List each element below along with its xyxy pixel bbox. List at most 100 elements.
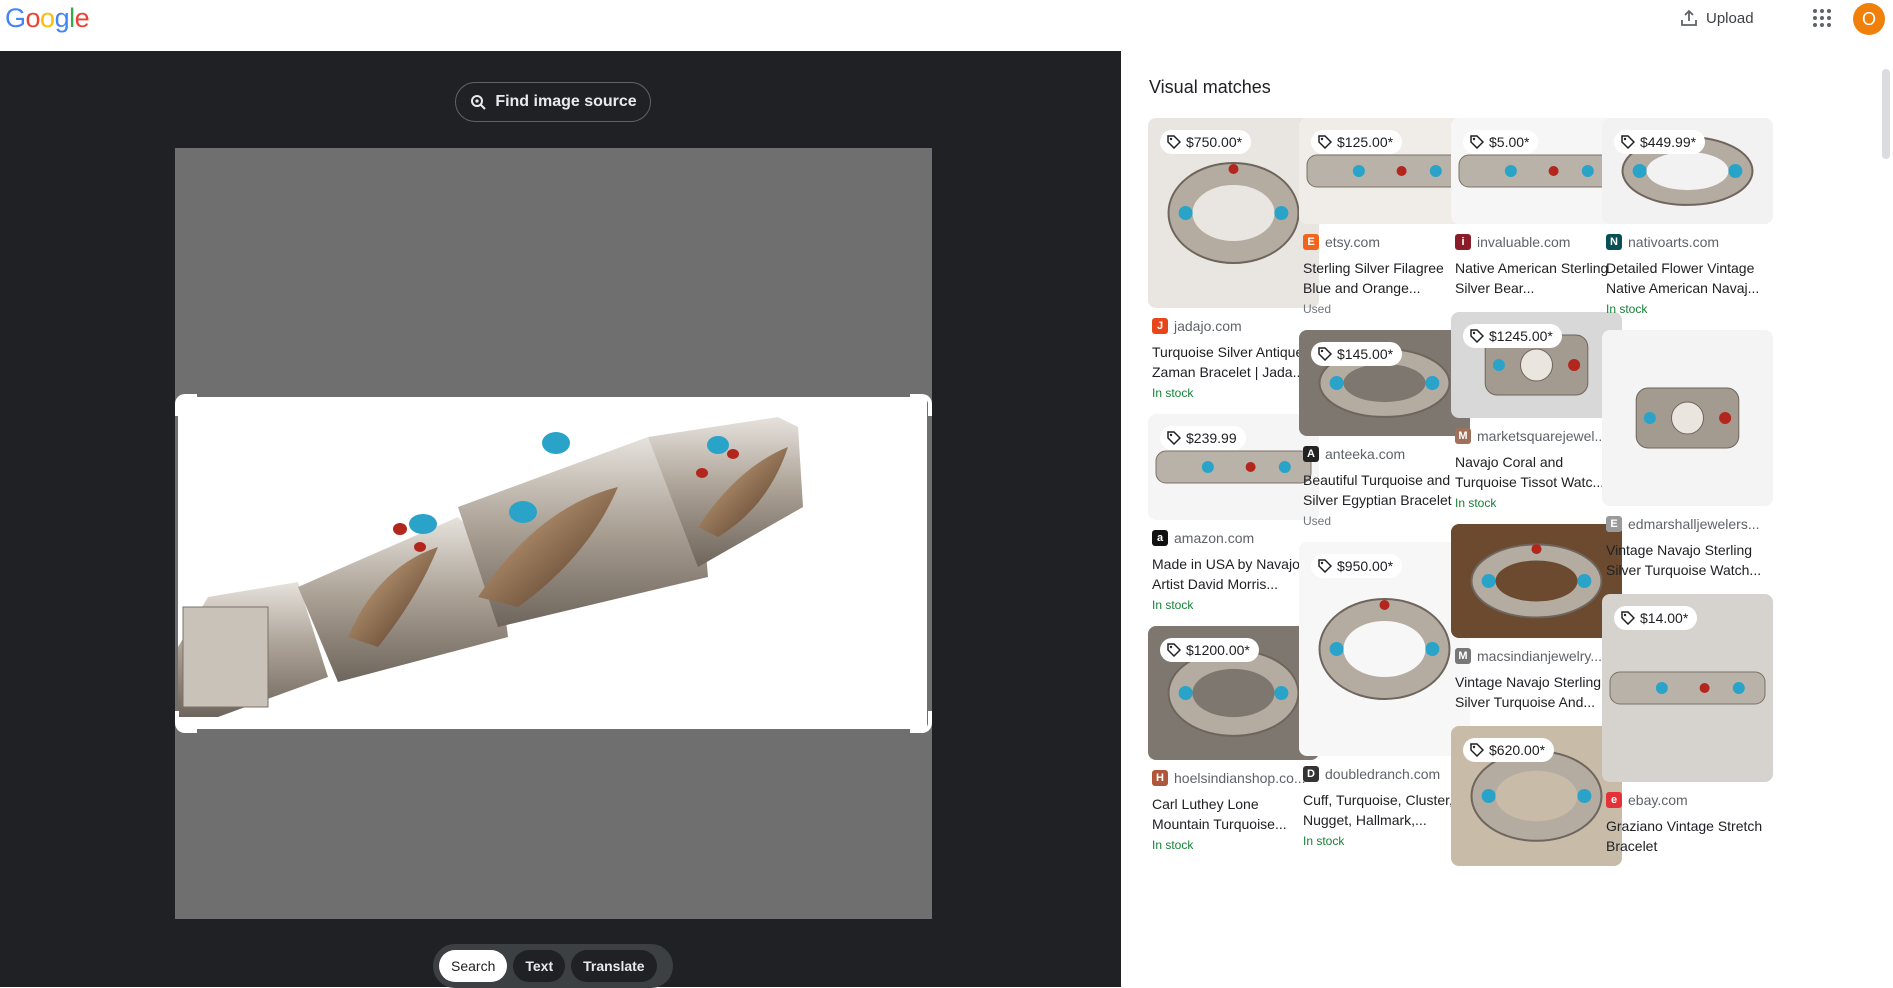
- price-chip: $239.99: [1160, 426, 1246, 450]
- result-card[interactable]: $239.99 a amazon.com Made in USA by Navajo …: [1148, 414, 1319, 612]
- price-tag-icon: [1470, 135, 1484, 149]
- crop-selection[interactable]: [178, 397, 927, 729]
- result-thumbnail[interactable]: $1245.00*: [1451, 312, 1622, 418]
- price-tag-icon: [1167, 135, 1181, 149]
- crop-handle-bottom-right[interactable]: [910, 711, 932, 733]
- logo-letter: G: [5, 3, 26, 33]
- results-column: $5.00* i invaluable.com Native American Ste…: [1451, 118, 1622, 880]
- result-title[interactable]: Detailed Flower Vintage Native American …: [1606, 258, 1769, 298]
- result-source[interactable]: i invaluable.com: [1455, 234, 1618, 250]
- google-logo[interactable]: Google: [5, 3, 90, 34]
- result-source[interactable]: Hhoelsindianshop.co...: [1152, 770, 1315, 786]
- result-source[interactable]: Eetsy.com: [1303, 234, 1466, 250]
- result-thumbnail[interactable]: $5.00*: [1451, 118, 1622, 224]
- result-thumbnail[interactable]: $125.00*: [1299, 118, 1470, 224]
- result-thumbnail[interactable]: [1451, 524, 1622, 638]
- result-title[interactable]: Vintage Navajo Sterling Silver Turquoise…: [1455, 672, 1618, 712]
- result-thumbnail[interactable]: $620.00*: [1451, 726, 1622, 866]
- result-source[interactable]: Eedmarshalljewelers...: [1606, 516, 1769, 532]
- result-source[interactable]: a amazon.com: [1152, 530, 1315, 546]
- price-tag-icon: [1470, 743, 1484, 757]
- price-label: $950.00*: [1337, 558, 1394, 574]
- result-card[interactable]: Eedmarshalljewelers... Vintage Navajo Ste…: [1602, 330, 1773, 580]
- stock-status: In stock: [1455, 496, 1497, 510]
- result-card[interactable]: $145.00* Aanteeka.com Beautiful Turquoise …: [1299, 330, 1470, 528]
- result-card[interactable]: $125.00* Eetsy.com Sterling Silver Filagre…: [1299, 118, 1470, 316]
- price-label: $1245.00*: [1489, 328, 1553, 344]
- result-thumbnail[interactable]: $449.99*: [1602, 118, 1773, 224]
- result-source[interactable]: Aanteeka.com: [1303, 446, 1466, 462]
- result-card[interactable]: $620.00*: [1451, 726, 1622, 866]
- price-chip: $1200.00*: [1160, 638, 1259, 662]
- result-title[interactable]: Carl Luthey Lone Mountain Turquoise...: [1152, 794, 1315, 834]
- result-thumbnail[interactable]: $14.00*: [1602, 594, 1773, 782]
- result-title[interactable]: Beautiful Turquoise and Silver Egyptian …: [1303, 470, 1466, 510]
- price-tag-icon: [1318, 559, 1332, 573]
- result-title[interactable]: Made in USA by Navajo Artist David Morri…: [1152, 554, 1315, 594]
- result-card[interactable]: Mmacsindianjewelry.... Vintage Navajo Ste…: [1451, 524, 1622, 712]
- crop-handle-top-right[interactable]: [910, 394, 932, 416]
- site-favicon-icon: E: [1303, 234, 1319, 250]
- result-card[interactable]: $1245.00* Mmarketsquarejewel... Navajo Cor…: [1451, 312, 1622, 510]
- result-title[interactable]: Native American Sterling Silver Bear...: [1455, 258, 1618, 298]
- result-source[interactable]: Mmacsindianjewelry....: [1455, 648, 1618, 664]
- mode-search-button[interactable]: Search: [439, 950, 508, 982]
- result-thumbnail[interactable]: $750.00*: [1148, 118, 1319, 308]
- result-card[interactable]: $950.00* Ddoubledranch.com Cuff, Turquoise…: [1299, 542, 1470, 848]
- upload-button[interactable]: Upload: [1680, 5, 1754, 31]
- results-panel: Visual matches $750.00* Jjadajo.com Turquo…: [1121, 51, 1893, 987]
- result-title[interactable]: Cuff, Turquoise, Cluster, Nugget, Hallma…: [1303, 790, 1466, 830]
- price-chip: $1245.00*: [1463, 324, 1562, 348]
- lens-mode-bar: Search Text Translate: [433, 944, 673, 988]
- mode-text-button[interactable]: Text: [513, 950, 566, 982]
- result-title[interactable]: Sterling Silver Filagree Blue and Orange…: [1303, 258, 1466, 298]
- result-thumbnail[interactable]: $950.00*: [1299, 542, 1470, 756]
- result-card[interactable]: $750.00* Jjadajo.com Turquoise Silver Anti…: [1148, 118, 1319, 400]
- price-chip: $449.99*: [1614, 130, 1706, 154]
- site-favicon-icon: a: [1152, 530, 1168, 546]
- result-thumbnail[interactable]: $1200.00*: [1148, 626, 1319, 760]
- find-image-source-label: Find image source: [495, 93, 637, 110]
- find-image-source-button[interactable]: Find image source: [455, 82, 651, 122]
- result-thumbnail[interactable]: $145.00*: [1299, 330, 1470, 436]
- result-source[interactable]: Nnativoarts.com: [1606, 234, 1769, 250]
- results-column: $750.00* Jjadajo.com Turquoise Silver Anti…: [1148, 118, 1319, 866]
- result-title[interactable]: Graziano Vintage Stretch Bracelet: [1606, 816, 1769, 856]
- stock-status: Used: [1303, 302, 1332, 316]
- source-domain: jadajo.com: [1174, 318, 1242, 334]
- result-source[interactable]: e ebay.com: [1606, 792, 1769, 808]
- source-domain: nativoarts.com: [1628, 234, 1720, 250]
- result-thumbnail[interactable]: [1602, 330, 1773, 506]
- result-card[interactable]: $5.00* i invaluable.com Native American Ste…: [1451, 118, 1622, 298]
- account-avatar[interactable]: O: [1853, 3, 1885, 35]
- price-tag-icon: [1318, 347, 1332, 361]
- site-favicon-icon: H: [1152, 770, 1168, 786]
- lens-search-icon: [471, 95, 487, 110]
- site-favicon-icon: J: [1152, 318, 1168, 334]
- result-card[interactable]: $14.00* e ebay.com Graziano Vintage Stretch…: [1602, 594, 1773, 856]
- price-chip: $14.00*: [1614, 606, 1698, 630]
- image-viewer: Find image source Search Text Translate: [0, 51, 1121, 988]
- result-card[interactable]: $1200.00* Hhoelsindianshop.co... Carl Luth…: [1148, 626, 1319, 852]
- result-title[interactable]: Navajo Coral and Turquoise Tissot Watc..…: [1455, 452, 1618, 492]
- price-chip: $750.00*: [1160, 130, 1252, 154]
- crop-handle-bottom-left[interactable]: [175, 711, 197, 733]
- results-scrollbar[interactable]: [1882, 69, 1890, 159]
- site-favicon-icon: M: [1455, 648, 1471, 664]
- crop-handle-top-left[interactable]: [175, 394, 197, 416]
- result-source[interactable]: Ddoubledranch.com: [1303, 766, 1466, 782]
- source-domain: anteeka.com: [1325, 446, 1406, 462]
- result-title[interactable]: Turquoise Silver Antique Zaman Bracelet …: [1152, 342, 1315, 382]
- result-source[interactable]: Mmarketsquarejewel...: [1455, 428, 1618, 444]
- result-thumbnail[interactable]: $239.99: [1148, 414, 1319, 520]
- result-card[interactable]: $449.99* Nnativoarts.com Detailed Flower V…: [1602, 118, 1773, 316]
- site-favicon-icon: A: [1303, 446, 1319, 462]
- price-label: $5.00*: [1489, 134, 1530, 150]
- mode-translate-button[interactable]: Translate: [571, 950, 657, 982]
- logo-letter: o: [25, 3, 41, 33]
- price-label: $14.00*: [1640, 610, 1689, 626]
- result-source[interactable]: Jjadajo.com: [1152, 318, 1315, 334]
- google-apps-icon[interactable]: [1812, 8, 1832, 28]
- result-title[interactable]: Vintage Navajo Sterling Silver Turquoise…: [1606, 540, 1769, 580]
- stock-status: In stock: [1303, 834, 1345, 848]
